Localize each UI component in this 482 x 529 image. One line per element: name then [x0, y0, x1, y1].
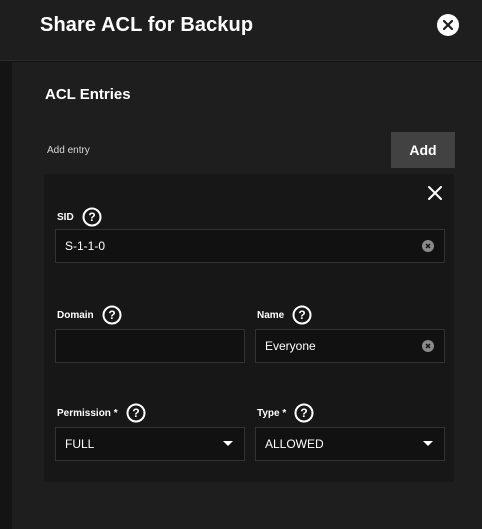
sid-value: S-1-1-0 — [65, 239, 106, 253]
add-entry-button[interactable]: Add — [391, 132, 455, 168]
close-icon — [428, 186, 442, 200]
acl-entries-title: ACL Entries — [45, 86, 131, 103]
domain-help-icon[interactable]: ? — [102, 305, 122, 325]
svg-text:?: ? — [301, 406, 308, 420]
permission-select[interactable]: FULL — [55, 427, 245, 461]
type-label-row: Type * ? — [257, 403, 314, 423]
name-label: Name — [257, 309, 285, 321]
remove-entry-button[interactable] — [427, 185, 443, 201]
svg-text:?: ? — [108, 308, 115, 322]
name-value: Everyone — [265, 339, 316, 353]
sid-label: SID — [57, 211, 74, 223]
chevron-down-icon — [223, 441, 233, 446]
dialog-title: Share ACL for Backup — [40, 14, 254, 36]
backdrop-strip — [0, 0, 12, 529]
sid-input[interactable]: S-1-1-0 — [55, 229, 445, 263]
sid-clear-icon[interactable] — [422, 240, 434, 252]
svg-text:?: ? — [88, 210, 95, 224]
add-entry-label: Add entry — [47, 145, 90, 156]
name-help-icon[interactable]: ? — [292, 305, 312, 325]
permission-help-icon[interactable]: ? — [126, 403, 146, 423]
domain-label: Domain — [57, 309, 94, 321]
type-label: Type * — [257, 407, 287, 419]
name-input[interactable]: Everyone — [255, 329, 445, 363]
domain-label-row: Domain ? — [57, 305, 122, 325]
sid-help-icon[interactable]: ? — [82, 207, 102, 227]
chevron-down-icon — [423, 441, 433, 446]
name-label-row: Name ? — [257, 305, 312, 325]
permission-label-row: Permission * ? — [57, 403, 146, 423]
type-select[interactable]: ALLOWED — [255, 427, 445, 461]
svg-text:?: ? — [299, 308, 306, 322]
type-help-icon[interactable]: ? — [294, 403, 314, 423]
name-clear-icon[interactable] — [422, 340, 434, 352]
dialog-header: Share ACL for Backup — [0, 0, 482, 61]
type-value: ALLOWED — [265, 437, 324, 451]
close-dialog-button[interactable] — [437, 14, 459, 36]
svg-text:?: ? — [132, 406, 139, 420]
close-circle-icon — [442, 19, 454, 31]
domain-input[interactable] — [55, 329, 245, 363]
permission-value: FULL — [65, 437, 95, 451]
sid-label-row: SID ? — [57, 207, 102, 227]
permission-label: Permission * — [57, 407, 118, 419]
